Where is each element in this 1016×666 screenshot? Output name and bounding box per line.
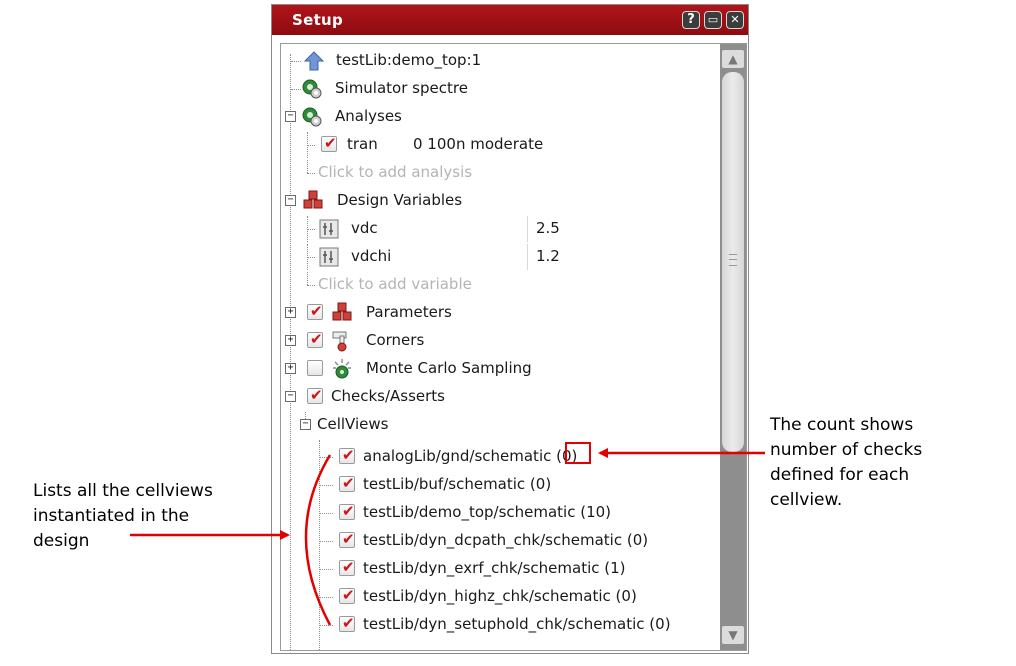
count-highlight-box	[565, 442, 591, 464]
annotation-overlay	[130, 448, 765, 626]
cellviews-bracket	[304, 454, 332, 626]
cellviews-annotation: Lists all the cellviews instantiated in …	[33, 481, 213, 551]
count-annotation: The count shows number of checks defined…	[770, 415, 923, 510]
